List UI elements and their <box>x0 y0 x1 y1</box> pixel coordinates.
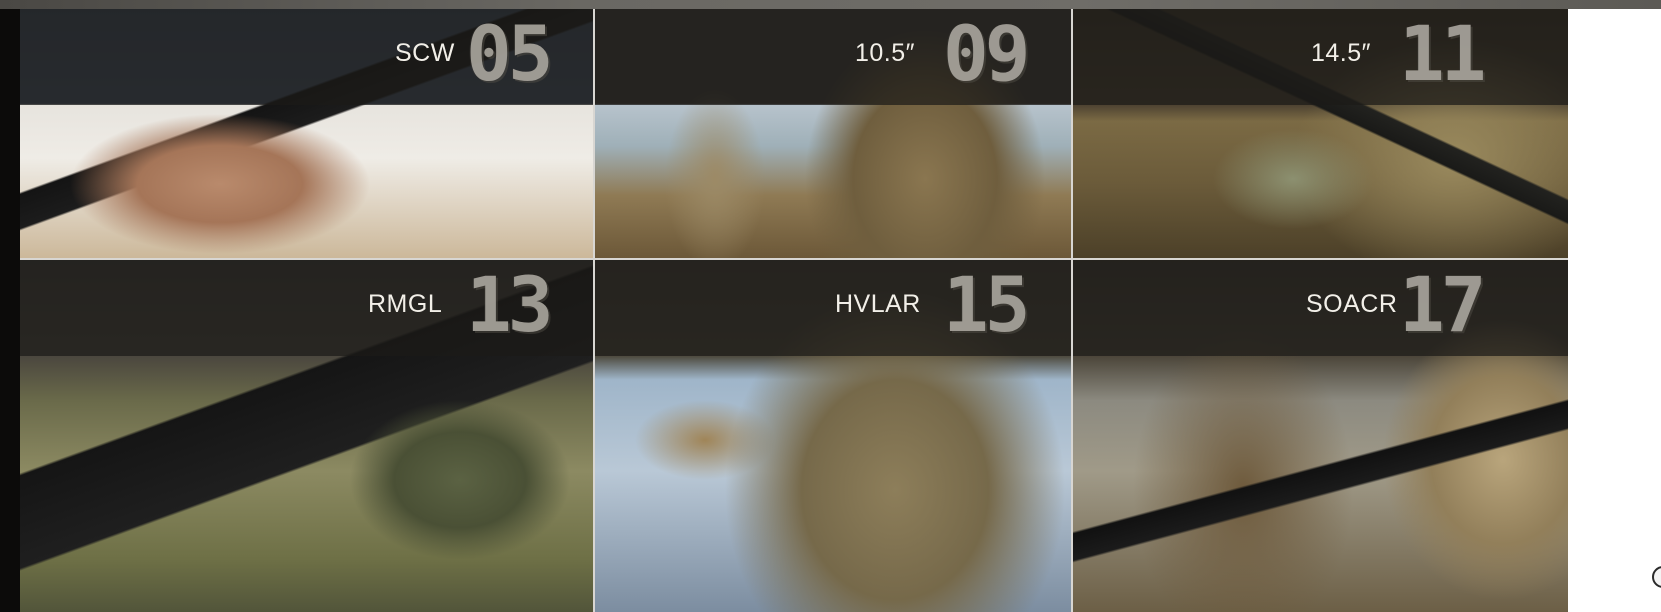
tile-label: RMGL <box>368 290 443 318</box>
tile-soacr[interactable]: SOACR 17 <box>1073 260 1568 612</box>
right-page-margin <box>1568 9 1661 612</box>
tile-14-5[interactable]: 14.5″ 11 <box>1073 9 1568 258</box>
grid-divider <box>20 258 1568 260</box>
tile-scw[interactable]: SCW 05 <box>20 9 593 258</box>
left-edge-strip <box>0 9 20 612</box>
tile-label: HVLAR <box>835 290 921 318</box>
tile-label: 14.5″ <box>1311 39 1372 67</box>
grid-divider <box>1071 9 1073 612</box>
tile-page-number: 13 <box>466 260 553 349</box>
tile-label: 10.5″ <box>855 39 916 67</box>
tile-label: SCW <box>395 39 455 67</box>
tile-page-number: 09 <box>943 9 1030 98</box>
tile-label: SOACR <box>1306 290 1398 318</box>
top-bar <box>0 0 1661 9</box>
tile-page-number: 05 <box>466 9 553 98</box>
tile-page-number: 15 <box>943 260 1030 349</box>
tile-page-number: 17 <box>1399 260 1486 349</box>
tile-page-number: 11 <box>1399 9 1486 98</box>
grid-divider <box>593 9 595 612</box>
tile-hvlar[interactable]: HVLAR 15 <box>595 260 1071 612</box>
tile-10-5[interactable]: 10.5″ 09 <box>595 9 1071 258</box>
tile-rmgl[interactable]: RMGL 13 <box>20 260 593 612</box>
